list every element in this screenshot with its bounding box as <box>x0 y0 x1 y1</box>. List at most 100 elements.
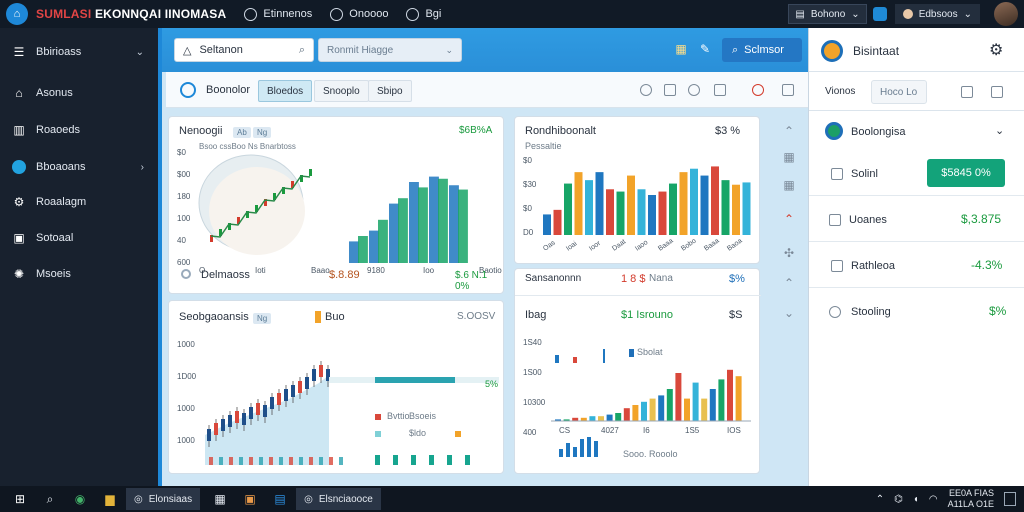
candle <box>319 365 323 377</box>
toolbar-title: Boonolor <box>206 84 251 96</box>
search-icon[interactable]: ⌕ <box>40 491 60 507</box>
search-button-label: Sclmsor <box>744 44 784 56</box>
panel-row[interactable]: Uoanes $,3.875 <box>809 198 1024 242</box>
search-icon[interactable] <box>640 84 652 96</box>
pin-icon[interactable] <box>688 84 700 96</box>
view-label[interactable]: Vionos <box>825 86 855 97</box>
taskbar-app-2[interactable]: ◎ Elsnciaooce <box>296 488 381 510</box>
mode-dropdown[interactable]: Hoco Lo <box>871 80 927 104</box>
y-tick-label: 40 <box>177 236 186 245</box>
notification-center-icon[interactable] <box>1004 492 1016 506</box>
panel-row[interactable]: Rathleoa -4.3% <box>809 244 1024 288</box>
image-icon[interactable]: ▣ <box>240 491 260 507</box>
chevron-up-icon[interactable]: ⌃ <box>782 212 796 226</box>
right-panel-header: Bisintaat ⚙ <box>809 28 1024 72</box>
chat-icon <box>330 7 344 21</box>
alert-icon[interactable] <box>752 84 764 96</box>
bar <box>389 203 399 263</box>
window-icon[interactable] <box>714 84 726 96</box>
card-icon <box>829 214 841 226</box>
mini-bar <box>594 441 598 457</box>
wifi-icon[interactable]: ◠ <box>929 494 938 505</box>
filter-dropdown[interactable]: Ronmit Hiagge ⌄ <box>318 38 462 62</box>
menu-item-2[interactable]: Onoooo <box>330 7 388 21</box>
tab-3[interactable]: Sbipo <box>368 80 412 102</box>
y-tick-label: 400 <box>523 428 537 437</box>
grid-icon[interactable]: ▦ <box>782 150 796 164</box>
clock[interactable]: EE0A FIAS A11LA O1E <box>948 488 994 510</box>
volume-icon[interactable]: ◖ <box>913 494 919 505</box>
volume-bar <box>465 455 470 465</box>
legend-swatch <box>375 414 381 420</box>
bar <box>438 178 448 263</box>
menu-item-1[interactable]: Etinnenos <box>244 7 313 21</box>
notification-icon[interactable] <box>872 7 887 21</box>
search-button[interactable]: ⌕ Sclmsor <box>722 38 802 62</box>
divider <box>515 295 761 296</box>
chevron-down-icon[interactable]: ⌄ <box>995 124 1004 137</box>
network-icon[interactable]: ⌬ <box>894 494 903 505</box>
tab-1[interactable]: Bloedos <box>258 80 313 102</box>
taskbar-app-label: Elonsiaas <box>148 493 193 505</box>
action-button[interactable]: $5845 0% <box>927 159 1005 187</box>
grid-icon[interactable]: ▦ <box>782 178 796 192</box>
browser-icon[interactable]: ◉ <box>70 491 90 507</box>
mini-bar <box>573 447 577 457</box>
window-icon[interactable] <box>991 86 1003 98</box>
mini-bar <box>587 437 591 457</box>
volume-bar <box>269 457 273 465</box>
list-icon[interactable] <box>664 84 676 96</box>
card-value: $3 % <box>715 125 741 137</box>
volume-bar <box>319 457 323 465</box>
refresh-icon[interactable] <box>180 82 196 98</box>
expand-icon[interactable]: ✣ <box>782 246 796 260</box>
top-select[interactable]: ▤ Bohono ⌄ <box>788 4 867 24</box>
chevron-up-icon[interactable]: ⌃ <box>782 124 796 138</box>
tab-2[interactable]: Snooplo <box>314 80 369 102</box>
bar <box>429 176 439 263</box>
candle <box>214 423 218 435</box>
folder-icon[interactable]: ▆ <box>100 491 120 507</box>
start-icon[interactable]: ⊞ <box>10 491 30 507</box>
taskbar-app-1[interactable]: ◎ Elonsiaas <box>126 488 201 510</box>
sidebar-item-menu[interactable]: ☰ Bbirioass ⌄ <box>0 38 158 66</box>
sidebar-item-home[interactable]: ⌂ Asonus <box>0 79 158 107</box>
chevron-up-icon[interactable]: ⌃ <box>876 494 884 505</box>
card-subtitle: Pessaltie <box>525 141 562 151</box>
app-logo-icon[interactable]: ⌂ <box>6 3 28 25</box>
sidebar-item-chart[interactable]: ▣ Sotoaal <box>0 224 158 252</box>
top-select-label: Bohono <box>810 8 846 20</box>
chevron-down-icon[interactable]: ⌄ <box>782 306 796 320</box>
avatar[interactable] <box>994 2 1018 26</box>
search-input[interactable]: △ Seltanon ⌕ <box>174 38 314 62</box>
folder-icon[interactable]: ▦ <box>674 42 688 56</box>
y-tick-label: 1000 <box>177 436 195 445</box>
sidebar-item-settings[interactable]: ⚙ Roaalagm <box>0 188 158 216</box>
pen-icon[interactable]: ✎ <box>698 42 712 56</box>
card-main-chart: Nenoogii Ab Ng $6B%A Bsoo cssBoo Ns Bnar… <box>168 116 504 294</box>
card-value: S.OOSV <box>457 311 496 322</box>
sidebar-item-active[interactable]: Bboaoans › <box>0 153 158 181</box>
copy-icon[interactable] <box>961 86 973 98</box>
store-icon[interactable]: ▤ <box>270 491 290 507</box>
panel-row[interactable]: Stooling $% <box>809 290 1024 334</box>
app-icon: ◎ <box>304 493 313 505</box>
volume-bar <box>279 457 283 465</box>
dropdown-placeholder: Ronmit Hiagge <box>327 44 394 56</box>
x-tick-label: Baaa <box>703 237 720 252</box>
gear-icon[interactable]: ⚙ <box>989 40 1003 60</box>
candle <box>291 385 295 397</box>
chevron-down-icon: ⌄ <box>851 8 860 20</box>
sidebar-item-records[interactable]: ▥ Roaoeds <box>0 116 158 144</box>
bar <box>349 241 359 263</box>
calculator-icon[interactable]: ▦ <box>210 491 230 507</box>
legend-swatch <box>375 431 381 437</box>
menu-item-label: Etinnenos <box>263 8 313 20</box>
expand-icon[interactable] <box>782 84 794 96</box>
sidebar-item-gear[interactable]: ✺ Msoeis <box>0 260 158 288</box>
menu-item-3[interactable]: Bgi <box>406 7 441 21</box>
card-footer-value: $.8.89 <box>329 269 360 281</box>
bar <box>709 389 716 421</box>
collapse-icon[interactable]: ⌃ <box>782 276 796 290</box>
user-chip[interactable]: Edbsoos ⌄ <box>894 4 980 24</box>
